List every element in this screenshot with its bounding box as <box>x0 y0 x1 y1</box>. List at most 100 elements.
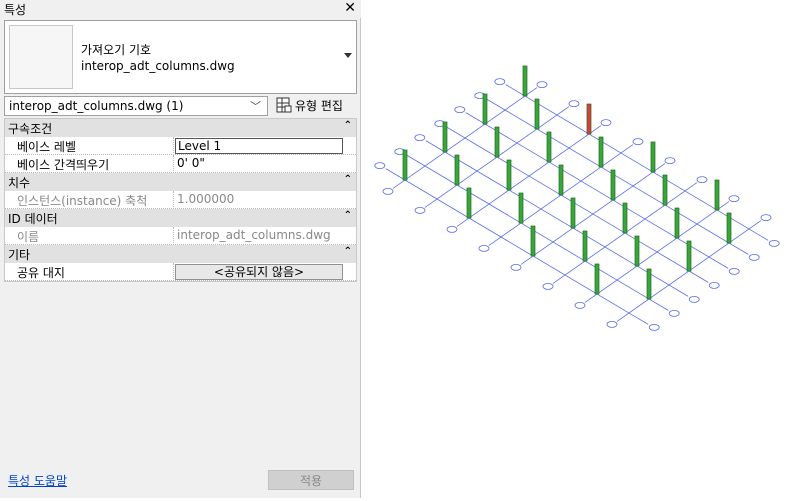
instance-scale-value: 1.000000 <box>177 192 235 206</box>
palette-footer: 특성 도움말 적용 <box>4 468 357 494</box>
column-separator <box>173 263 174 281</box>
collapse-icon[interactable]: ⌃ <box>344 246 352 257</box>
column[interactable] <box>610 169 616 201</box>
type-family-label: 가져오기 기호 <box>81 43 152 57</box>
column[interactable] <box>402 149 408 181</box>
column[interactable] <box>506 159 512 191</box>
grid-line <box>456 125 602 227</box>
column[interactable] <box>634 235 640 267</box>
column[interactable] <box>686 240 692 272</box>
selected-column[interactable] <box>586 103 592 135</box>
category-label: 기타 <box>8 248 31 262</box>
grid-bubble <box>382 187 394 195</box>
property-key: 인스턴스(instance) 축척 <box>17 194 148 208</box>
category-dimensions[interactable]: 치수 ⌃ <box>5 173 356 191</box>
column[interactable] <box>546 131 552 163</box>
property-row-name: 이름 interop_adt_columns.dwg <box>5 227 356 245</box>
column[interactable] <box>622 202 628 234</box>
grid-bubble <box>568 100 580 107</box>
instance-filter-dropdown[interactable]: interop_adt_columns.dwg (1) ﹀ <box>4 96 268 116</box>
column[interactable] <box>530 225 536 257</box>
3d-view-canvas[interactable] <box>362 0 792 498</box>
grid-bubble <box>600 119 612 126</box>
property-row-instance-scale: 인스턴스(instance) 축척 1.000000 <box>5 191 356 209</box>
properties-help-link[interactable]: 특성 도움말 <box>8 472 67 489</box>
palette-title: 특성 <box>4 3 27 17</box>
column[interactable] <box>534 98 540 130</box>
base-offset-value[interactable]: 0' 0" <box>177 156 205 170</box>
grid-line <box>405 154 669 311</box>
grid-bubble <box>760 214 772 222</box>
grid-line <box>584 201 730 303</box>
collapse-icon[interactable]: ⌃ <box>344 174 352 185</box>
grid-bubble <box>606 320 618 328</box>
grid-line <box>445 126 709 283</box>
column[interactable] <box>442 121 448 153</box>
property-key: 공유 대지 <box>17 266 65 280</box>
grid-bubble <box>728 267 740 275</box>
grid-bubble <box>414 206 426 214</box>
column[interactable] <box>466 187 472 219</box>
category-label: 치수 <box>8 176 31 190</box>
type-thumbnail <box>9 25 73 89</box>
grid-bubble <box>664 157 676 165</box>
category-label: ID 데이터 <box>8 212 58 226</box>
property-row-base-offset: 베이스 간격띄우기 0' 0" <box>5 155 356 173</box>
collapse-icon[interactable]: ⌃ <box>344 120 352 131</box>
instance-filter-value: interop_adt_columns.dwg (1) <box>9 99 184 113</box>
palette-titlebar: 특성 ✕ <box>0 0 361 18</box>
edit-type-button[interactable]: 유형 편집 <box>273 95 357 115</box>
column[interactable] <box>582 230 588 262</box>
column[interactable] <box>674 207 680 239</box>
grid-line <box>520 163 666 265</box>
type-selector[interactable]: 가져오기 기호 interop_adt_columns.dwg <box>4 20 357 94</box>
grid-bubble <box>374 162 386 170</box>
column-separator <box>173 155 174 173</box>
grid-bubble <box>454 106 466 113</box>
type-name-label: interop_adt_columns.dwg <box>81 59 235 73</box>
name-value: interop_adt_columns.dwg <box>177 228 331 242</box>
close-icon[interactable]: ✕ <box>344 0 356 16</box>
category-other[interactable]: 기타 ⌃ <box>5 245 356 263</box>
collapse-icon[interactable]: ⌃ <box>344 210 352 221</box>
column[interactable] <box>518 192 524 224</box>
column[interactable] <box>646 268 652 300</box>
column-separator <box>173 191 174 209</box>
column[interactable] <box>650 141 656 173</box>
property-key: 이름 <box>17 230 40 244</box>
grid-bubble <box>494 78 506 85</box>
grid-bubble <box>542 282 554 290</box>
grid-line <box>385 168 649 325</box>
column[interactable] <box>482 93 488 125</box>
property-key: 베이스 레벨 <box>17 140 77 154</box>
grid-bubble <box>414 134 426 142</box>
column[interactable] <box>522 65 528 97</box>
column[interactable] <box>558 164 564 196</box>
column[interactable] <box>454 154 460 186</box>
apply-button[interactable]: 적용 <box>268 470 354 490</box>
grid-bubble <box>574 301 586 309</box>
column[interactable] <box>594 263 600 295</box>
dropdown-arrow-icon[interactable] <box>344 53 352 58</box>
column[interactable] <box>494 126 500 158</box>
column-separator <box>173 137 174 155</box>
grid-bubble <box>696 176 708 184</box>
column[interactable] <box>570 197 576 229</box>
property-key: 베이스 간격띄우기 <box>17 158 110 172</box>
category-identity-data[interactable]: ID 데이터 ⌃ <box>5 209 356 227</box>
property-row-base-level: 베이스 레벨 Level 1 <box>5 137 356 155</box>
grid-bubble <box>688 295 700 303</box>
category-constraints[interactable]: 구속조건 ⌃ <box>5 119 356 137</box>
column[interactable] <box>662 174 668 206</box>
grid-bubble <box>668 309 680 317</box>
column[interactable] <box>726 212 732 244</box>
column[interactable] <box>598 136 604 168</box>
grid-bubble <box>728 195 740 203</box>
column[interactable] <box>714 179 720 211</box>
grid-bubble <box>748 253 760 261</box>
grid-bubble <box>632 138 644 146</box>
shared-site-button[interactable]: <공유되지 않음> <box>175 264 343 280</box>
base-level-field[interactable]: Level 1 <box>175 138 343 154</box>
chevron-down-icon[interactable]: ﹀ <box>250 98 261 114</box>
column-separator <box>173 227 174 245</box>
